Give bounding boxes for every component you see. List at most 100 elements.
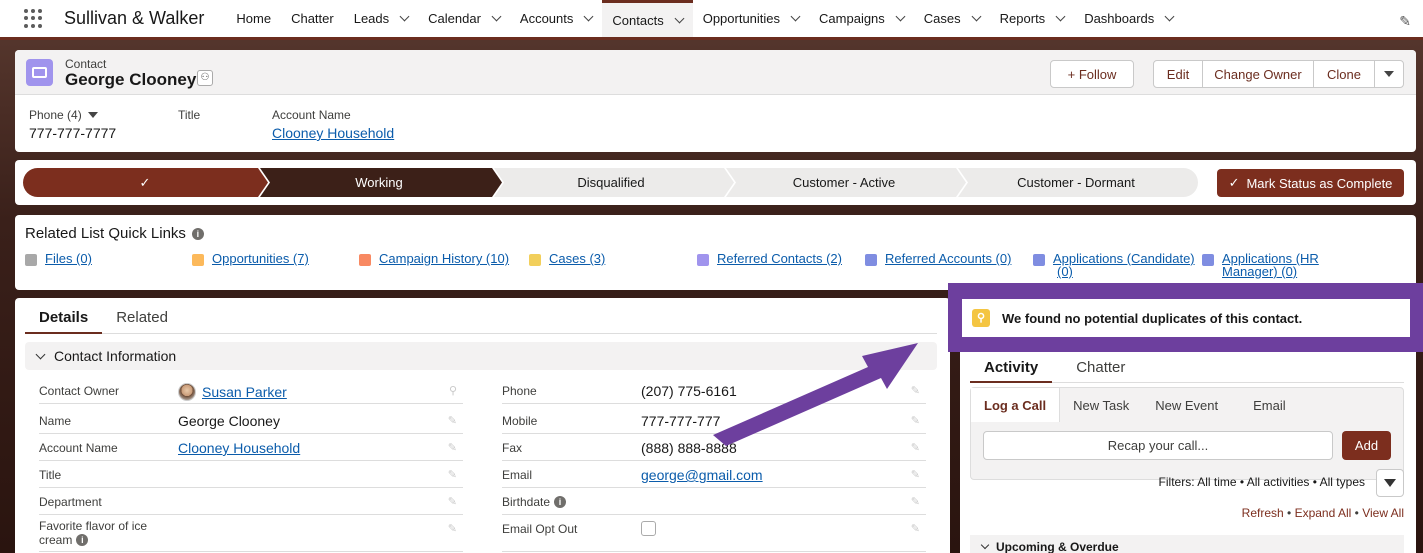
field-link[interactable]: george@gmail.com	[641, 467, 763, 483]
field-value-text: 777-777-777	[641, 413, 721, 429]
quick-link-label[interactable]: Referred Accounts (0)	[885, 252, 1011, 265]
nav-item-campaigns[interactable]: Campaigns	[809, 0, 914, 37]
phone-dropdown[interactable]: Phone (4)	[29, 108, 116, 122]
field-row: Department ✎	[39, 489, 463, 515]
chevron-down-icon[interactable]	[895, 11, 906, 22]
related-list-icon	[25, 254, 37, 266]
quick-link[interactable]: Applications (Candidate) (0)	[1033, 252, 1195, 278]
quick-link-label[interactable]: Cases (3)	[549, 252, 605, 265]
nav-item-chatter[interactable]: Chatter	[281, 0, 344, 37]
tab-new-task[interactable]: New Task	[1060, 388, 1142, 422]
quick-link[interactable]: Referred Contacts (2)	[697, 252, 842, 266]
pencil-icon[interactable]: ✎	[911, 414, 920, 427]
pencil-icon[interactable]: ✎	[448, 495, 457, 508]
nav-item-contacts[interactable]: Contacts	[602, 0, 693, 37]
nav-item-calendar[interactable]: Calendar	[418, 0, 510, 37]
field-label: Contact Owner	[39, 384, 119, 398]
section-contact-information[interactable]: Contact Information	[25, 342, 937, 370]
chevron-down-icon[interactable]	[583, 11, 594, 22]
account-link[interactable]: Clooney Household	[272, 125, 394, 141]
chevron-down-icon[interactable]	[491, 11, 502, 22]
record-header-top: Contact George Clooney ⚇ + Follow Edit C…	[15, 50, 1416, 95]
add-button[interactable]: Add	[1342, 431, 1391, 460]
nav-item-reports[interactable]: Reports	[990, 0, 1075, 37]
refresh-link[interactable]: Refresh	[1242, 506, 1284, 520]
pencil-icon[interactable]: ✎	[911, 384, 920, 397]
change-owner-icon[interactable]: ⚲	[449, 384, 457, 397]
pencil-icon[interactable]: ✎	[448, 414, 457, 427]
tab-email[interactable]: Email	[1231, 388, 1299, 422]
nav-item-label: Campaigns	[819, 11, 885, 26]
quick-link-text: (0)	[1057, 264, 1073, 279]
recap-call-input[interactable]: Recap your call...	[983, 431, 1333, 460]
quick-link[interactable]: Cases (3)	[529, 252, 605, 266]
quick-link-label[interactable]: Applications (Candidate) (0)	[1053, 252, 1195, 278]
info-icon[interactable]: i	[191, 227, 204, 240]
hierarchy-icon[interactable]: ⚇	[197, 70, 213, 86]
info-icon[interactable]: i	[76, 534, 89, 546]
quick-link-label[interactable]: Files (0)	[45, 252, 92, 265]
quick-link[interactable]: Campaign History (10)	[359, 252, 509, 266]
nav-item-leads[interactable]: Leads	[344, 0, 418, 37]
tab-details[interactable]: Details	[25, 298, 103, 334]
chevron-down-icon[interactable]	[674, 13, 685, 23]
view-all-link[interactable]: View All	[1362, 506, 1404, 520]
pencil-icon[interactable]: ✎	[448, 522, 457, 535]
field-row: Name George Clooney ✎	[39, 408, 463, 434]
tab-log-a-call[interactable]: Log a Call	[971, 388, 1061, 422]
pencil-icon[interactable]: ✎	[911, 441, 920, 454]
field-link[interactable]: Susan Parker	[202, 384, 287, 400]
nav-item-home[interactable]: Home	[226, 0, 281, 37]
field-label: Email Opt Out	[502, 522, 577, 536]
pencil-icon[interactable]: ✎	[448, 441, 457, 454]
clone-button[interactable]: Clone	[1313, 60, 1375, 88]
quick-link[interactable]: Applications (HR Manager) (0)	[1202, 252, 1319, 278]
email-opt-out-checkbox[interactable]	[641, 521, 656, 536]
nav-item-dashboards[interactable]: Dashboards	[1074, 0, 1183, 37]
nav-item-cases[interactable]: Cases	[914, 0, 990, 37]
field-row: Title ✎	[39, 462, 463, 488]
nav-item-opportunities[interactable]: Opportunities	[693, 0, 809, 37]
quick-link[interactable]: Files (0)	[25, 252, 92, 266]
expand-all-link[interactable]: Expand All	[1295, 506, 1352, 520]
chevron-down-icon[interactable]	[399, 11, 410, 22]
edit-nav-icon[interactable]: ✎	[1399, 13, 1411, 30]
edit-button[interactable]: Edit	[1153, 60, 1203, 88]
field-row: Birthdate i ✎	[502, 489, 926, 515]
info-icon[interactable]: i	[554, 496, 567, 508]
tab-chatter[interactable]: Chatter	[1052, 354, 1139, 383]
quick-link[interactable]: Referred Accounts (0)	[865, 252, 1011, 266]
pencil-icon[interactable]: ✎	[448, 468, 457, 481]
chevron-down-icon[interactable]	[790, 11, 801, 22]
change-owner-button[interactable]: Change Owner	[1202, 60, 1314, 88]
pencil-icon[interactable]: ✎	[911, 495, 920, 508]
pencil-icon[interactable]: ✎	[911, 522, 920, 535]
quick-link[interactable]: Opportunities (7)	[192, 252, 309, 266]
activity-panel: Activity Chatter Log a Call New Task New…	[960, 352, 1416, 553]
filter-button[interactable]	[1376, 469, 1404, 497]
tab-activity[interactable]: Activity	[970, 354, 1053, 383]
field-row: Mobile 777-777-777 ✎	[502, 408, 926, 434]
tab-new-event[interactable]: New Event	[1142, 388, 1231, 422]
tab-related[interactable]: Related	[102, 298, 182, 334]
quick-link-label[interactable]: Applications (HR Manager) (0)	[1222, 252, 1319, 278]
field-link[interactable]: Clooney Household	[178, 440, 300, 456]
nav-item-accounts[interactable]: Accounts	[510, 0, 602, 37]
app-name: Sullivan & Walker	[64, 8, 205, 28]
related-list-icon	[1202, 254, 1214, 266]
nav-item-label: Cases	[923, 11, 961, 26]
chevron-down-icon[interactable]	[1055, 11, 1066, 22]
chevron-down-icon[interactable]	[1164, 11, 1175, 22]
pencil-icon[interactable]: ✎	[911, 468, 920, 481]
follow-button[interactable]: + Follow	[1050, 60, 1134, 88]
quick-link-label[interactable]: Referred Contacts (2)	[717, 252, 842, 265]
mark-status-complete-button[interactable]: ✓ Mark Status as Complete	[1217, 169, 1404, 197]
chevron-down-icon[interactable]	[971, 11, 982, 22]
quick-link-label[interactable]: Opportunities (7)	[212, 252, 309, 265]
more-actions-button[interactable]	[1374, 60, 1404, 88]
field-row: Fax (888) 888-8888 ✎	[502, 435, 926, 461]
app-launcher-icon[interactable]	[24, 8, 44, 29]
nav-item-label: Chatter	[291, 11, 334, 26]
upcoming-overdue-section[interactable]: Upcoming & Overdue	[970, 535, 1404, 553]
quick-link-label[interactable]: Campaign History (10)	[379, 252, 509, 265]
